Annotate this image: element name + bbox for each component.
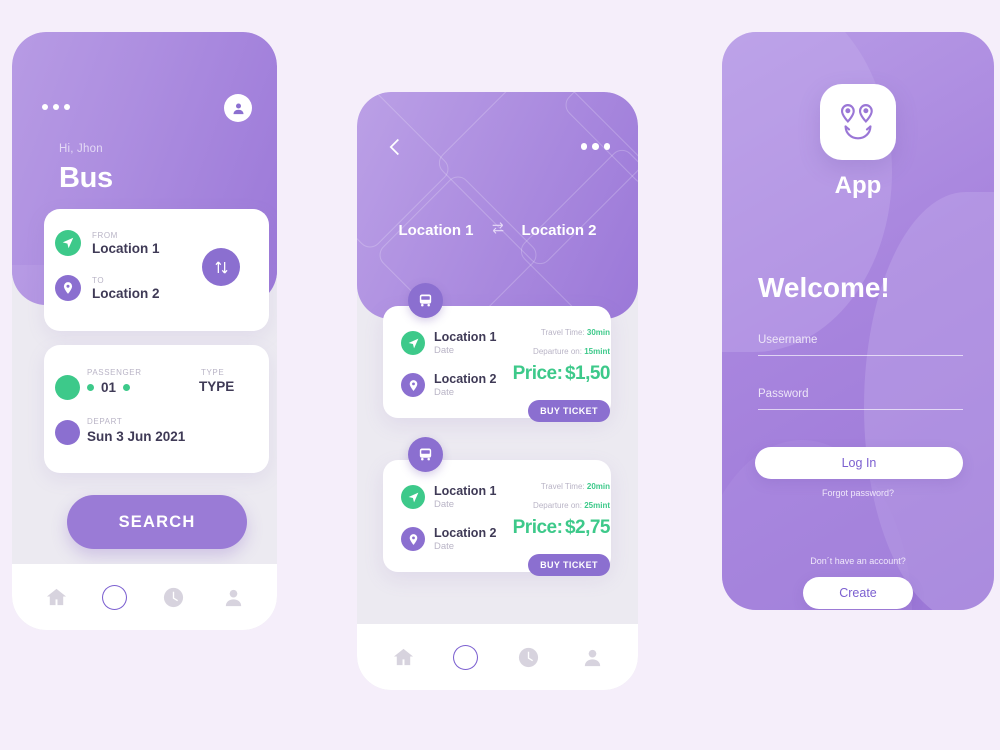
route-origin: Location 1 [398,222,474,239]
ticket-travel-time: Travel Time: 30min [540,328,610,337]
greeting-text: Hi, Jhon [59,143,103,155]
type-label: TYPE [201,368,225,377]
welcome-heading: Welcome! [758,272,890,303]
smiley-map-pins-logo [820,84,896,160]
buy-ticket-button[interactable]: BUY TICKET [528,400,610,422]
chevron-left-icon[interactable] [385,136,405,158]
buy-ticket-button[interactable]: BUY TICKET [528,554,610,576]
ticket-travel-time: Travel Time: 20min [540,482,610,491]
phone1-bottom-nav [12,564,277,630]
nav-item-history[interactable] [159,583,187,611]
compass-icon [103,585,126,609]
forgot-password-link[interactable]: Forgot password? [722,488,994,498]
route-destination: Location 2 [521,222,597,239]
passenger-count: 01 [101,380,117,395]
swap-horizontal-arrows-icon[interactable] [490,220,506,241]
ticket-to-row: Location 2 Date [401,372,497,398]
user-avatar-icon[interactable] [224,94,252,122]
ticket-departure: Departure on: 25mint [533,501,610,510]
nav-item-explore[interactable] [453,644,478,670]
bus-icon [408,283,443,318]
nav-item-home[interactable] [389,643,417,671]
person-icon [225,589,241,606]
passenger-stepper[interactable]: 01 [87,380,131,395]
nav-item-profile[interactable] [219,583,247,611]
compass-icon [454,645,477,669]
route-header: Location 1 Location 2 [357,220,638,241]
clock-icon [518,647,538,667]
mockup-stage: Hi, Jhon Bus FROM Location 1 TO Location… [0,0,1000,750]
ticket-from-date: Date [434,499,455,510]
route-to-row[interactable]: TO Location 2 [55,275,160,301]
password-field[interactable]: Password [758,388,963,410]
more-dots-icon[interactable] [42,104,70,110]
trip-detail-card [44,345,269,473]
passenger-increment-icon[interactable] [123,384,131,391]
route-to-value: Location 2 [92,285,160,301]
password-placeholder: Password [758,388,809,400]
passenger-label: PASSENGER [87,368,142,377]
passenger-decrement-icon[interactable] [87,384,94,391]
route-from-row[interactable]: FROM Location 1 [55,230,160,256]
ticket-from-location: Location 1 [434,484,497,498]
ticket-departure: Departure on: 15mint [533,347,610,356]
bus-icon [408,437,443,472]
depart-indicator-dot [55,420,80,445]
phone-screen-results: Location 1 Location 2 Location 1 Date Lo… [357,92,638,690]
ticket-to-row: Location 2 Date [401,526,497,552]
field-underline [758,355,963,356]
create-account-button[interactable]: Create [803,577,913,609]
phone-screen-search: Hi, Jhon Bus FROM Location 1 TO Location… [12,32,277,630]
route-from-label: FROM [92,230,118,240]
phone2-bottom-nav [357,624,638,690]
search-button[interactable]: SEARCH [67,495,247,549]
person-icon [584,649,600,666]
ticket-meta: Travel Time: 30min Departure on: 15mint … [512,328,611,385]
route-to-label: TO [92,275,105,285]
passenger-indicator-dot [55,375,80,400]
route-from-value: Location 1 [92,240,160,256]
depart-date-value[interactable]: Sun 3 Jun 2021 [87,429,185,444]
ticket-to-location: Location 2 [434,526,497,540]
home-icon [46,588,66,605]
ticket-to-date: Date [434,541,455,552]
map-pin-icon [55,275,81,301]
ticket-from-date: Date [434,345,455,356]
ticket-to-location: Location 2 [434,372,497,386]
depart-label: DEPART [87,417,123,426]
map-pin-icon [401,527,425,551]
login-button[interactable]: Log In [755,447,963,479]
ticket-from-location: Location 1 [434,330,497,344]
username-placeholder: Useername [758,334,818,346]
navigation-arrow-icon [401,331,425,355]
navigation-arrow-icon [401,485,425,509]
ticket-from-row: Location 1 Date [401,484,497,510]
phone-screen-welcome: App Welcome! Useername Password Log In F… [722,32,994,610]
nav-item-profile[interactable] [578,643,606,671]
ticket-price: Price: $1,50 [512,363,611,384]
clock-icon [163,587,183,607]
app-name: App [834,172,882,199]
home-icon [393,648,413,665]
nav-item-home[interactable] [42,583,70,611]
field-underline [758,409,963,410]
navigation-arrow-icon [55,230,81,256]
no-account-text: Don´t have an account? [810,556,906,566]
nav-item-explore[interactable] [102,584,127,610]
map-pin-icon [401,373,425,397]
ticket-meta: Travel Time: 20min Departure on: 25mint … [512,482,611,539]
page-title: Bus [59,162,113,194]
swap-vertical-arrows-icon[interactable] [202,248,240,286]
phone2-header [357,92,638,319]
ticket-price: Price: $2,75 [512,517,611,538]
username-field[interactable]: Useername [758,334,963,356]
more-dots-icon[interactable] [580,143,610,150]
nav-item-history[interactable] [514,643,542,671]
ticket-to-date: Date [434,387,455,398]
ticket-from-row: Location 1 Date [401,330,497,356]
type-value[interactable]: TYPE [199,379,234,394]
